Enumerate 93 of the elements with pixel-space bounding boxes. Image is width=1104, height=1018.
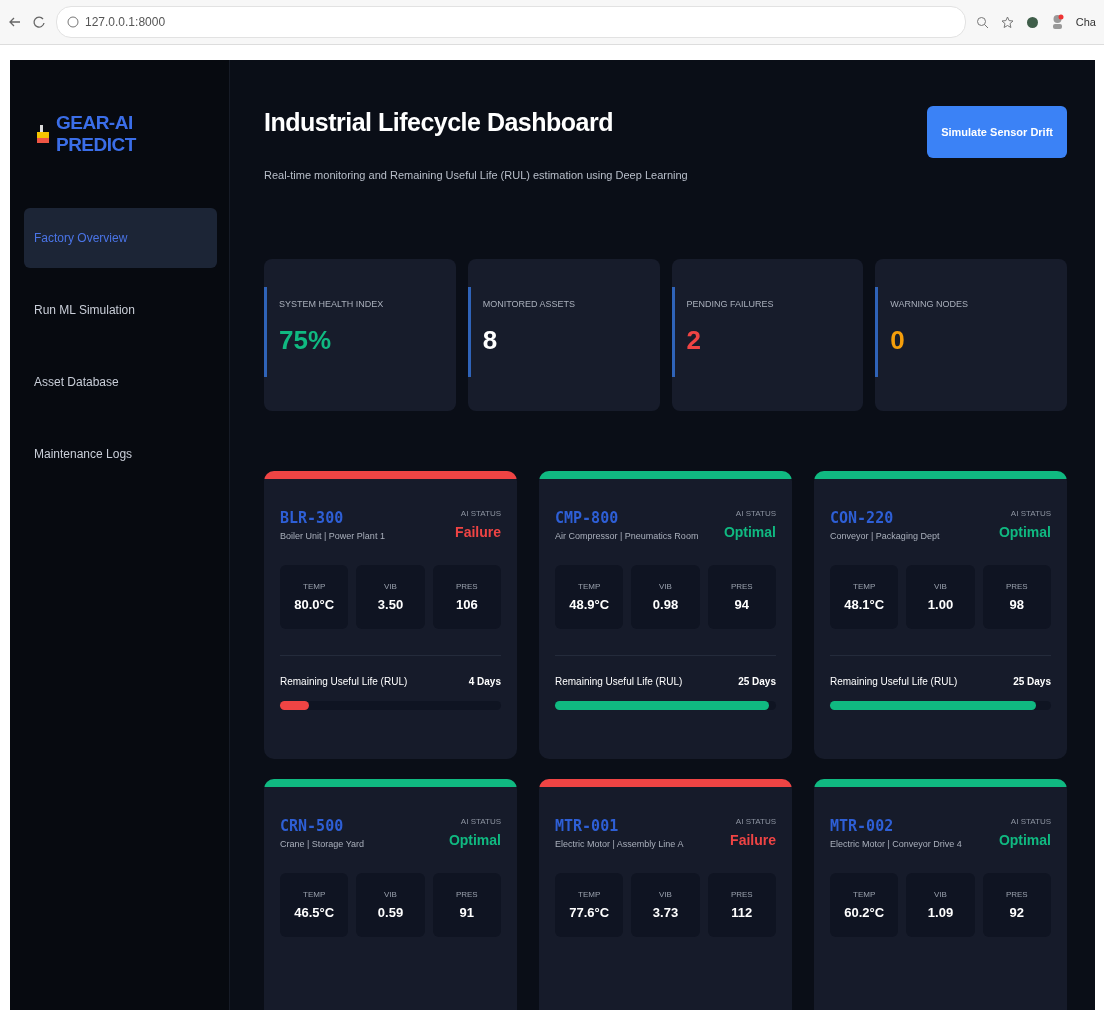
- metric-label: PRES: [455, 582, 478, 591]
- metric-value: 3.73: [652, 905, 679, 920]
- metric-value: 106: [455, 597, 478, 612]
- metric-value: 77.6°C: [569, 905, 610, 920]
- metric-value: 46.5°C: [294, 905, 335, 920]
- asset-location: Crane | Storage Yard: [280, 839, 365, 849]
- asset-location: Electric Motor | Conveyor Drive 4: [830, 839, 962, 849]
- status-text: Optimal: [448, 832, 501, 848]
- stat-label: MONITORED ASSETS: [482, 299, 576, 309]
- rul-value: 25 Days: [1013, 676, 1051, 687]
- metric-value: 80.0°C: [294, 597, 335, 612]
- stat-label: WARNING NODES: [890, 299, 968, 309]
- extension-icon[interactable]: [1025, 15, 1039, 29]
- app-logo: GEAR-AI PREDICT: [55, 112, 138, 156]
- zoom-icon[interactable]: [975, 15, 989, 29]
- status-label: AI STATUS: [734, 817, 776, 826]
- sidebar-item[interactable]: Asset Database: [24, 352, 217, 412]
- asset-location: Boiler Unit | Power Plant 1: [280, 531, 385, 541]
- asset-id: CON-220: [830, 509, 895, 527]
- info-icon[interactable]: [67, 16, 79, 28]
- metric-value: 0.59: [377, 905, 404, 920]
- asset-id: MTR-001: [555, 817, 620, 835]
- asset-location: Electric Motor | Assembly Line A: [555, 839, 684, 849]
- stat-label: PENDING FAILURES: [686, 299, 774, 309]
- metric-label: TEMP: [303, 890, 326, 899]
- rul-value: 25 Days: [738, 676, 776, 687]
- factory-icon: [36, 124, 50, 144]
- stat-value: 2: [686, 325, 702, 356]
- metric-value: 98: [1009, 597, 1025, 612]
- metric-label: VIB: [934, 582, 947, 591]
- asset-id: BLR-300: [280, 509, 345, 527]
- stat-label: SYSTEM HEALTH INDEX: [279, 299, 384, 309]
- stat-value: 8: [482, 325, 499, 356]
- stat-value: 75%: [279, 325, 333, 356]
- asset-id: CRN-500: [280, 817, 345, 835]
- metric-label: TEMP: [303, 582, 326, 591]
- simulate-button[interactable]: Simulate Sensor Drift: [927, 106, 1067, 158]
- metric-value: 1.09: [927, 905, 954, 920]
- status-text: Optimal: [723, 524, 776, 540]
- reload-icon[interactable]: [32, 15, 46, 29]
- status-label: AI STATUS: [1009, 817, 1051, 826]
- metric-value: 94: [734, 597, 750, 612]
- status-text: Failure: [455, 524, 501, 540]
- stat-value: 0: [890, 325, 906, 356]
- copilot-label[interactable]: Cha: [1075, 16, 1096, 28]
- page-title: Industrial Lifecycle Dashboard: [264, 108, 614, 137]
- metric-label: VIB: [934, 890, 947, 899]
- metric-label: VIB: [659, 582, 672, 591]
- rul-label: Remaining Useful Life (RUL): [555, 676, 683, 687]
- metric-label: PRES: [1005, 890, 1028, 899]
- sidebar-item[interactable]: Factory Overview: [24, 208, 217, 268]
- rul-value: 4 Days: [468, 676, 501, 687]
- metric-label: VIB: [384, 890, 397, 899]
- url-text: 127.0.0.1:8000: [85, 15, 166, 29]
- asset-location: Air Compressor | Pneumatics Room: [555, 531, 699, 541]
- rul-label: Remaining Useful Life (RUL): [280, 676, 408, 687]
- metric-value: 92: [1009, 905, 1025, 920]
- metric-label: TEMP: [578, 890, 601, 899]
- sidebar-item[interactable]: Run ML Simulation: [24, 280, 217, 340]
- metric-label: PRES: [730, 582, 753, 591]
- status-label: AI STATUS: [1009, 509, 1051, 518]
- metric-value: 91: [459, 905, 475, 920]
- metric-label: PRES: [730, 890, 753, 899]
- status-text: Optimal: [998, 524, 1051, 540]
- metric-value: 48.1°C: [844, 597, 885, 612]
- metric-label: PRES: [455, 890, 478, 899]
- metric-label: TEMP: [578, 582, 601, 591]
- metric-label: TEMP: [853, 890, 876, 899]
- status-label: AI STATUS: [459, 509, 501, 518]
- back-icon[interactable]: [8, 15, 22, 29]
- metric-value: 0.98: [652, 597, 679, 612]
- asset-id: MTR-002: [830, 817, 895, 835]
- asset-id: CMP-800: [555, 509, 620, 527]
- metric-value: 112: [731, 905, 753, 920]
- page-subtitle: Real-time monitoring and Remaining Useful Life (RUL) estimation using Deep Learning: [264, 169, 688, 181]
- profile-icon[interactable]: [1050, 14, 1064, 30]
- metric-value: 60.2°C: [844, 905, 885, 920]
- status-text: Failure: [730, 832, 776, 848]
- star-icon[interactable]: [1000, 15, 1014, 29]
- status-text: Optimal: [998, 832, 1051, 848]
- status-label: AI STATUS: [459, 817, 501, 826]
- rul-label: Remaining Useful Life (RUL): [830, 676, 958, 687]
- metric-value: 1.00: [927, 597, 954, 612]
- metric-label: TEMP: [853, 582, 876, 591]
- metric-label: VIB: [659, 890, 672, 899]
- sidebar-item[interactable]: Maintenance Logs: [24, 424, 217, 484]
- metric-value: 48.9°C: [569, 597, 610, 612]
- metric-value: 3.50: [377, 597, 404, 612]
- metric-label: VIB: [384, 582, 397, 591]
- status-label: AI STATUS: [734, 509, 776, 518]
- metric-label: PRES: [1005, 582, 1028, 591]
- address-bar[interactable]: 127.0.0.1:8000: [56, 6, 966, 38]
- asset-location: Conveyor | Packaging Dept: [830, 531, 940, 541]
